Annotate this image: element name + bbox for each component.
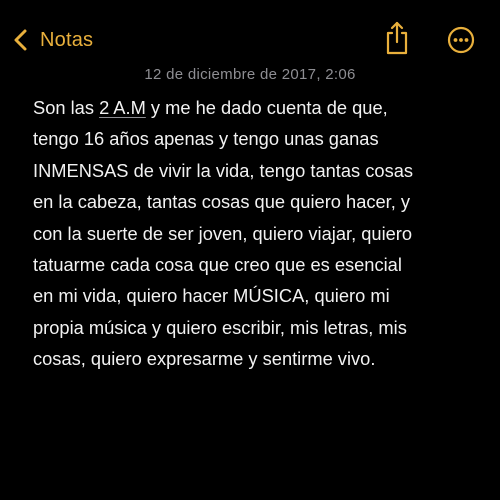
notes-screen: Notas 12 de diciembre de 2017, 2:06 Son … (0, 0, 500, 500)
navigation-bar: Notas (0, 0, 500, 70)
chevron-left-icon (14, 29, 27, 51)
back-label: Notas (40, 28, 94, 51)
note-text: Son las (33, 97, 100, 118)
note-line: propia música y quiero escribir, mis let… (33, 316, 407, 338)
ellipsis-circle-icon[interactable] (447, 26, 475, 54)
note-line: Son las 2 A.M y me he dado cuenta de que… (33, 92, 473, 123)
note-line: en mi vida, quiero hacer MÚSICA, quiero … (33, 285, 390, 307)
note-line: con la suerte de ser joven, quiero viaja… (33, 222, 413, 244)
share-icon[interactable] (383, 20, 411, 56)
note-line: tengo 16 años apenas y tengo unas ganas (33, 128, 379, 150)
note-line: cosas, quiero expresarme y sentirme vivo… (33, 348, 376, 370)
note-line: INMENSAS de vivir la vida, tengo tantas … (33, 159, 414, 181)
note-text: y me he dado cuenta de que, (145, 97, 388, 118)
note-body[interactable]: Son las 2 A.M y me he dado cuenta de que… (33, 92, 473, 375)
back-button[interactable]: Notas (12, 24, 93, 56)
note-line: en la cabeza, tantas cosas que quiero ha… (33, 191, 411, 213)
time-link[interactable]: 2 A.M (99, 97, 146, 118)
note-date: 12 de diciembre de 2017, 2:06 (144, 66, 356, 83)
note-line: tatuarme cada cosa que creo que es esenc… (33, 254, 402, 276)
